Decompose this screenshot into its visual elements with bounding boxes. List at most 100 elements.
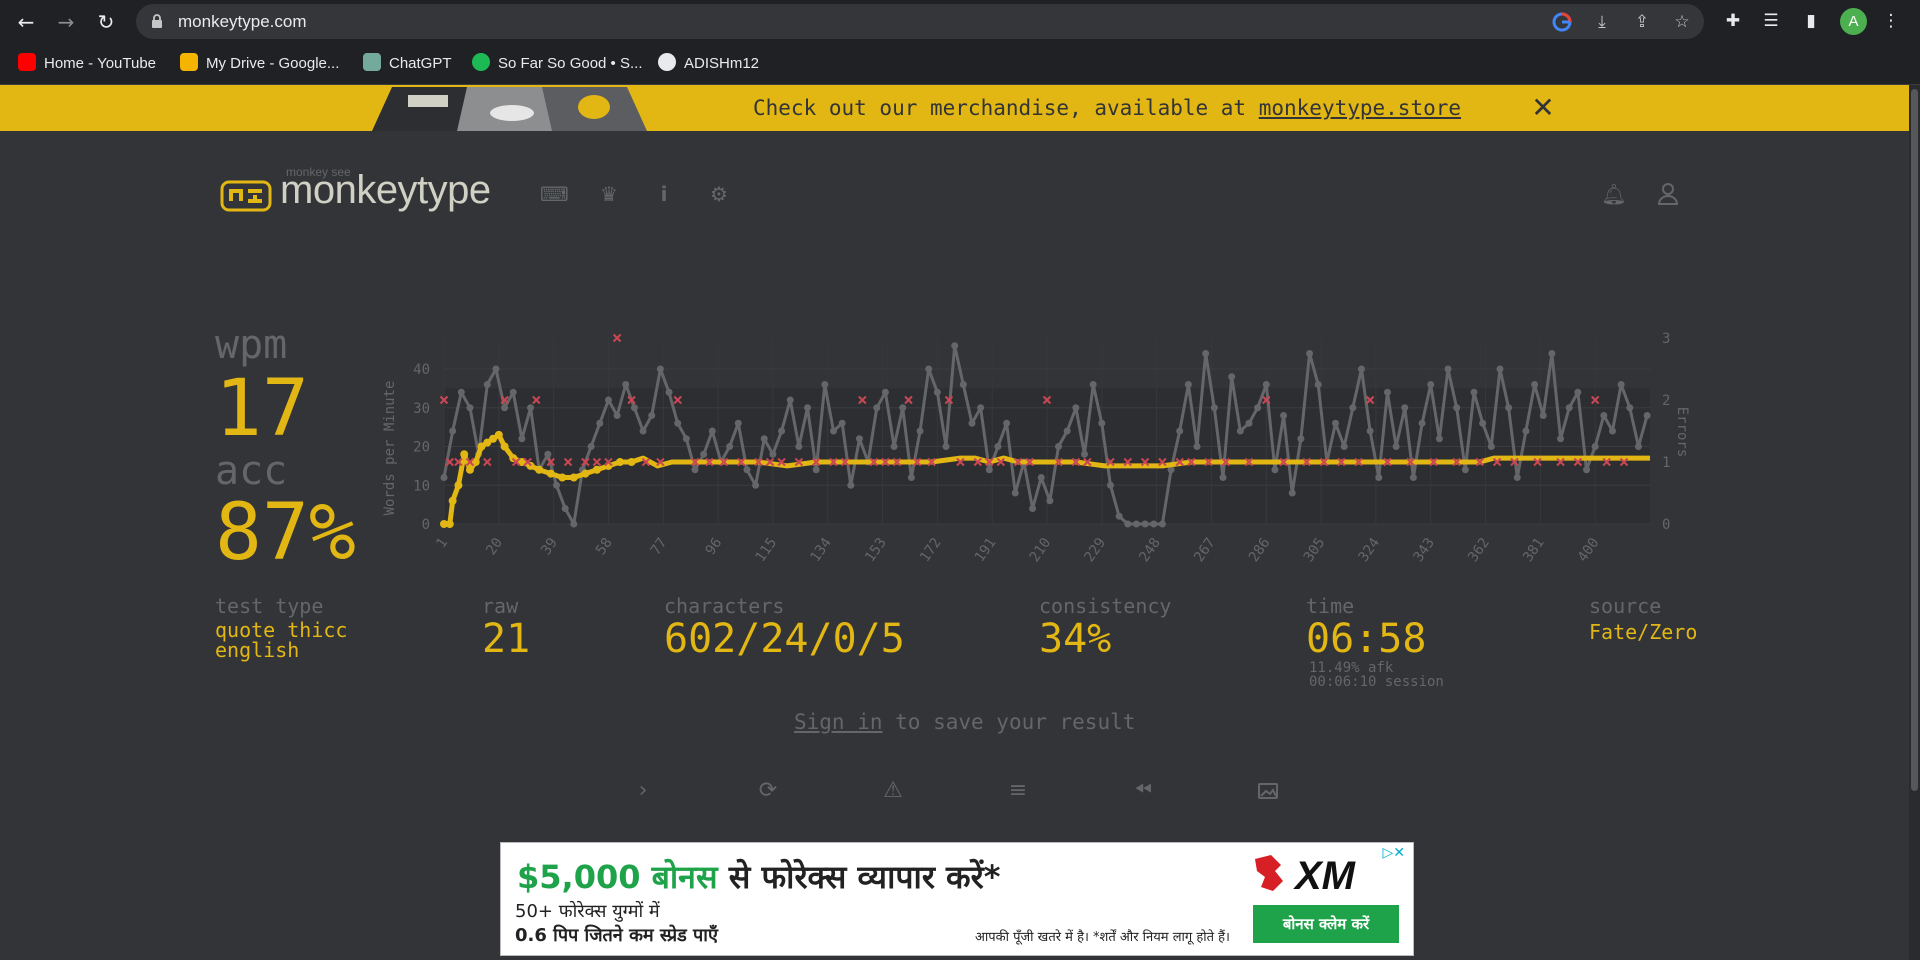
- github-icon: [658, 53, 676, 72]
- info-icon[interactable]: i: [650, 180, 678, 208]
- warning-icon[interactable]: ⚠: [878, 776, 908, 806]
- claim-bonus-button[interactable]: बोनस क्लेम करें: [1253, 905, 1399, 943]
- raw-point: [1401, 404, 1409, 412]
- share-icon[interactable]: ⇪: [1632, 12, 1652, 32]
- image-glyph: [1258, 783, 1278, 799]
- close-banner-icon[interactable]: ✕: [1528, 85, 1558, 131]
- x-tick-label: 77: [648, 535, 671, 558]
- raw-point: [1591, 443, 1599, 450]
- ad-subline-1: 50+ फोरेक्स युग्मों में: [515, 901, 660, 922]
- scrollbar-thumb[interactable]: [1911, 89, 1918, 791]
- keyboard-icon[interactable]: ⌨: [540, 180, 569, 208]
- raw-point: [1297, 435, 1305, 443]
- wpm-label: wpm: [215, 322, 288, 368]
- logo-text[interactable]: monkeytype: [280, 168, 491, 213]
- raw-point: [639, 427, 647, 435]
- profile-avatar[interactable]: A: [1840, 8, 1867, 35]
- bookmark-drive[interactable]: My Drive - Google...: [180, 43, 339, 84]
- raw-point: [1444, 365, 1452, 373]
- ad-choices-icon[interactable]: ▷✕: [1367, 845, 1406, 861]
- bookmark-spotify[interactable]: So Far So Good • S...: [472, 43, 643, 84]
- x-tick-label: 39: [538, 535, 561, 558]
- raw-point: [1461, 466, 1469, 474]
- raw-point: [1470, 388, 1478, 396]
- install-app-icon[interactable]: ⤓: [1592, 12, 1612, 32]
- raw-point: [1453, 404, 1461, 412]
- raw-point: [752, 481, 760, 489]
- x-tick-label: 210: [1027, 535, 1055, 565]
- raw-point: [1003, 419, 1011, 427]
- kebab-menu-icon[interactable]: ⋮: [1880, 10, 1902, 32]
- reading-list-icon[interactable]: ☰: [1760, 10, 1782, 32]
- signin-link[interactable]: Sign in: [794, 710, 883, 734]
- time-label: time: [1306, 594, 1355, 618]
- raw-point: [951, 342, 959, 350]
- words-history-icon[interactable]: ≡: [1003, 776, 1033, 806]
- raw-point: [873, 404, 881, 412]
- raw-point: [1158, 520, 1166, 528]
- x-tick-label: 229: [1081, 535, 1109, 565]
- raw-point: [553, 481, 561, 489]
- gear-icon[interactable]: ⚙: [705, 180, 733, 208]
- keyboard-logo-icon[interactable]: [220, 180, 272, 212]
- raw-point: [1583, 466, 1591, 474]
- address-bar[interactable]: monkeytype.com ⤓ ⇪ ☆: [136, 4, 1704, 39]
- advertisement[interactable]: $5,000 बोनस से फोरेक्स व्यापार करें* 50+…: [500, 842, 1414, 956]
- raw-point: [795, 443, 803, 450]
- replay-icon[interactable]: ⏪︎: [1128, 776, 1158, 806]
- lock-icon: [152, 14, 162, 28]
- merch-banner: Check out our merchandise, available at …: [0, 85, 1909, 131]
- merch-store-link[interactable]: monkeytype.store: [1259, 96, 1461, 120]
- raw-point: [1383, 388, 1391, 396]
- side-panel-icon[interactable]: ▮: [1800, 10, 1822, 32]
- crown-icon[interactable]: ♛: [595, 180, 623, 208]
- y-axis-label: Words per Minute: [382, 381, 398, 516]
- wpm-point: [581, 469, 590, 478]
- user-icon[interactable]: [1654, 180, 1682, 208]
- raw-point: [1332, 419, 1340, 427]
- bookmark-star-icon[interactable]: ☆: [1672, 12, 1692, 32]
- reload-icon[interactable]: ↻: [92, 8, 120, 36]
- raw-point: [622, 381, 630, 388]
- raw-point: [457, 388, 465, 396]
- x-tick-label: 324: [1356, 535, 1384, 565]
- raw-point: [1626, 404, 1634, 412]
- restart-icon[interactable]: ⟳: [753, 776, 783, 806]
- bell-icon[interactable]: 🔔︎: [1600, 180, 1628, 208]
- screenshot-icon[interactable]: [1253, 776, 1283, 806]
- wpm-point: [546, 469, 555, 478]
- browser-toolbar: ← → ↻ monkeytype.com ⤓ ⇪ ☆ ✚ ☰ ▮ A ⋮: [0, 0, 1920, 43]
- source-value[interactable]: Fate/Zero: [1589, 620, 1697, 644]
- x-tick-label: 248: [1136, 535, 1164, 565]
- next-test-icon[interactable]: ›: [628, 776, 658, 806]
- wpm-point: [460, 450, 469, 459]
- bookmark-github[interactable]: ADISHm12: [658, 43, 759, 84]
- page-scrollbar[interactable]: [1909, 85, 1920, 960]
- raw-point: [570, 520, 578, 528]
- raw-point: [648, 412, 656, 419]
- merch-shirts-image[interactable]: [372, 85, 652, 131]
- raw-point: [682, 435, 690, 443]
- raw-point: [1392, 443, 1400, 450]
- url-text: monkeytype.com: [178, 12, 307, 31]
- raw-point: [942, 443, 950, 450]
- forward-arrow-icon[interactable]: →: [52, 8, 80, 36]
- raw-point: [440, 474, 448, 481]
- ad-headline: $5,000 बोनस से फोरेक्स व्यापार करें*: [517, 858, 1001, 896]
- raw-point: [1245, 419, 1253, 427]
- bookmark-chatgpt[interactable]: ChatGPT: [363, 43, 452, 84]
- x-tick-label: 381: [1520, 535, 1548, 565]
- bookmark-youtube[interactable]: Home - YouTube: [18, 43, 156, 84]
- extensions-icon[interactable]: ✚: [1722, 10, 1744, 32]
- raw-point: [985, 466, 993, 474]
- raw-point: [890, 443, 898, 450]
- x-tick-label: 153: [862, 535, 890, 565]
- google-lens-icon[interactable]: [1552, 12, 1572, 32]
- back-arrow-icon[interactable]: ←: [12, 8, 40, 36]
- y-tick-label: 20: [413, 440, 430, 456]
- raw-point: [518, 435, 526, 443]
- x-tick-label: 96: [703, 535, 726, 558]
- raw-point: [968, 419, 976, 427]
- raw-point: [674, 419, 682, 427]
- y-tick-label: 30: [413, 401, 430, 417]
